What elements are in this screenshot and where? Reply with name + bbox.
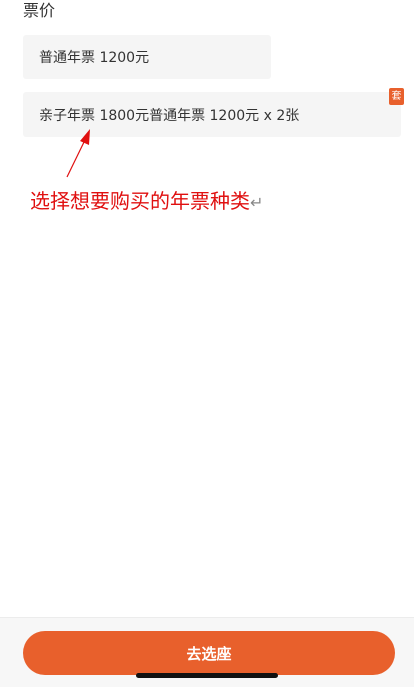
section-title: 票价 — [23, 1, 56, 20]
select-seat-button[interactable]: 去选座 — [23, 631, 395, 675]
annotation-label: 选择想要购买的年票种类 — [30, 189, 250, 213]
home-indicator — [136, 673, 278, 678]
annotation-text: 选择想要购买的年票种类↵ — [30, 187, 263, 217]
ticket-selection-page: 票价 普通年票 1200元 亲子年票 1800元普通年票 1200元 x 2张 … — [0, 0, 414, 687]
ticket-option-label: 普通年票 1200元 — [39, 50, 150, 66]
ticket-option-label: 亲子年票 1800元普通年票 1200元 x 2张 — [39, 107, 300, 124]
return-mark: ↵ — [250, 193, 264, 212]
ticket-option-family[interactable]: 亲子年票 1800元普通年票 1200元 x 2张 — [23, 92, 401, 137]
ticket-option-standard[interactable]: 普通年票 1200元 — [23, 35, 271, 79]
select-seat-button-label: 去选座 — [186, 644, 232, 663]
package-badge: 套 — [389, 88, 404, 105]
